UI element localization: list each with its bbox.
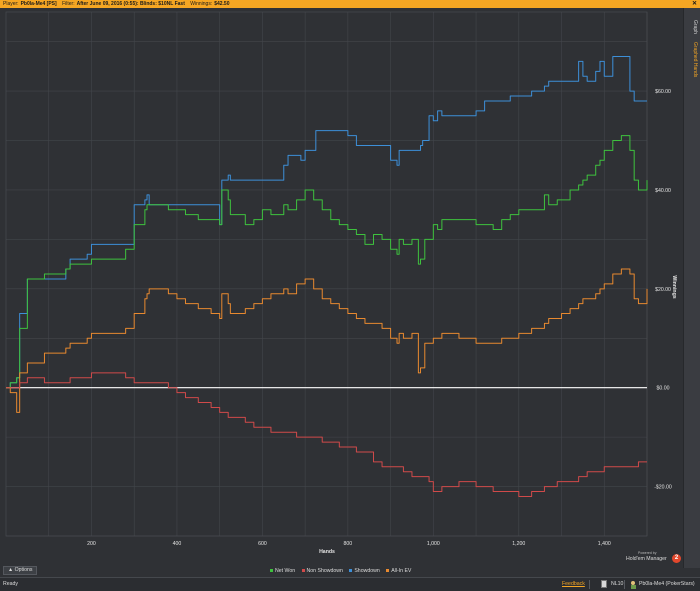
x-tick-label: 800: [344, 541, 353, 547]
options-button[interactable]: ▲ Options: [3, 566, 38, 575]
legend-label: All-In EV: [391, 568, 412, 574]
filter-bar[interactable]: Player: Pb0la-Me4 [PS] Filter: After June …: [0, 0, 700, 8]
branding: Powered by Hold'em Manager 2: [614, 551, 682, 567]
y-tick-label: $0.00: [657, 386, 670, 392]
winnings-label: Winnings:: [190, 1, 213, 7]
status-text: Ready: [3, 581, 18, 587]
options-label: Options: [14, 567, 33, 573]
tab-graph[interactable]: Graph: [688, 20, 698, 34]
brand-name: Hold'em Manager: [626, 556, 667, 562]
legend-label: Showdown: [354, 568, 380, 574]
filter-value: After June 09, 2016 (0:55): Blinds: $10N…: [76, 1, 185, 7]
winnings-value: $42.50: [214, 1, 230, 7]
close-icon[interactable]: ✕: [692, 0, 697, 8]
y-tick-label: $40.00: [655, 188, 671, 194]
legend-item-all-in-ev[interactable]: All-In EV: [386, 567, 411, 575]
y-tick-label: $20.00: [655, 287, 671, 293]
legend-item-showdown[interactable]: Showdown: [349, 567, 380, 575]
x-tick-label: 1,400: [598, 541, 611, 547]
filter-label: Filter:: [62, 1, 75, 7]
plot-background: [0, 8, 683, 566]
feedback-link[interactable]: Feedback: [562, 581, 585, 587]
x-tick-label: 400: [173, 541, 182, 547]
chart-legend: Net Won Non Showdown Showdown All-In EV: [270, 567, 416, 575]
stake-text[interactable]: NL10: [611, 581, 623, 587]
player-icon: [631, 581, 636, 589]
legend-swatch: [301, 569, 305, 573]
player-value: Pb0la-Me4 [PS]: [20, 1, 57, 7]
x-tick-label: 1,200: [512, 541, 525, 547]
winnings-chart: 200 400 600 800 1,000 1,200 1,400 -$20.00 $0.00…: [0, 8, 683, 566]
x-tick-label: 600: [258, 541, 267, 547]
status-divider: [589, 580, 590, 589]
legend-swatch: [386, 569, 390, 573]
y-tick-label: -$20.00: [654, 485, 672, 491]
y-axis-title: Winnings: [671, 275, 677, 298]
status-divider: [624, 580, 625, 589]
legend-swatch: [349, 569, 353, 573]
status-bar: Ready Feedback NL10 Pb0la-Me4 (PokerStar…: [0, 577, 700, 591]
poker-graph-window: Player: Pb0la-Me4 [PS] Filter: After June …: [0, 0, 700, 591]
legend-swatch: [270, 569, 273, 573]
y-tick-label: $60.00: [655, 89, 671, 95]
x-tick-label: 1,000: [427, 541, 440, 547]
powered-by-text: Powered by: [638, 551, 657, 555]
x-tick-label: 200: [87, 541, 96, 547]
legend-label: Net Won: [275, 568, 296, 574]
legend-label: Non Showdown: [306, 568, 343, 574]
side-tab-strip: Graph Graphed Hands: [683, 8, 700, 568]
options-expand-icon: ▲: [8, 567, 14, 573]
player-label: Player:: [3, 1, 19, 7]
stake-icon: [601, 580, 607, 588]
legend-item-non-showdown[interactable]: Non Showdown: [301, 567, 343, 575]
player-name[interactable]: Pb0la-Me4 (PokerStars): [639, 581, 695, 587]
brand-logo-icon: 2: [672, 554, 681, 563]
tab-graphed-hands[interactable]: Graphed Hands: [688, 42, 698, 77]
legend-item-net-won[interactable]: Net Won: [270, 567, 295, 575]
x-axis-title: Hands: [319, 549, 335, 555]
